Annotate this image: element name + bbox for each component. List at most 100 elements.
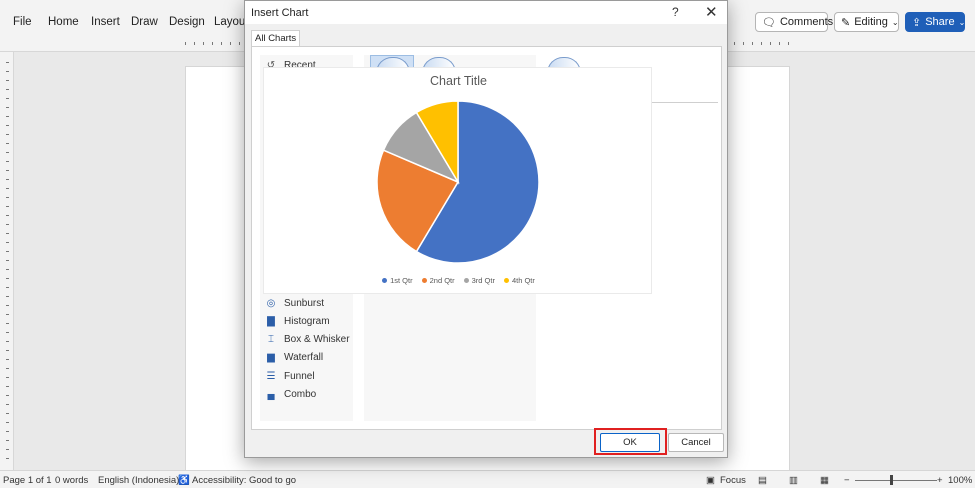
dialog-body: ↺ Recent ◎ Sunburst ▇ Histogram ⌶ Box & … — [251, 46, 722, 430]
ruler-tick — [6, 341, 9, 342]
zoom-slider[interactable] — [855, 480, 937, 481]
chart-type-funnel[interactable]: ☰ Funnel — [264, 368, 315, 384]
share-label: Share — [925, 16, 955, 28]
word-count[interactable]: 0 words — [55, 475, 88, 486]
ruler-tick — [6, 62, 9, 63]
waterfall-icon: ▆ — [267, 351, 275, 363]
chart-type-sunburst[interactable]: ◎ Sunburst — [264, 295, 324, 311]
read-mode-icon[interactable]: ▤ — [758, 475, 767, 486]
ruler-tick — [185, 42, 186, 45]
legend-swatch — [503, 278, 509, 283]
chart-type-label: Box & Whisker — [284, 333, 350, 345]
ruler-tick — [6, 377, 9, 378]
chart-preview[interactable]: Chart Title 1st Qtr 2nd Qtr 3rd Qtr 4th Qtr — [263, 67, 652, 294]
funnel-icon: ☰ — [266, 370, 276, 382]
ruler-tick — [734, 42, 735, 45]
page-count[interactable]: Page 1 of 1 — [3, 475, 52, 486]
histogram-icon: ▇ — [267, 315, 275, 327]
legend-swatch — [421, 278, 427, 283]
ruler-tick — [6, 215, 9, 216]
zoom-out-icon[interactable]: − — [844, 475, 850, 486]
ruler-tick — [6, 80, 9, 81]
ruler-tick — [6, 188, 9, 189]
comment-icon: 🗨 — [762, 16, 776, 29]
menu-file[interactable]: File — [13, 16, 32, 28]
ruler-tick — [6, 107, 9, 108]
box-whisker-icon: ⌶ — [268, 333, 274, 345]
ruler-tick — [6, 395, 9, 396]
dialog-title-bar[interactable]: Insert Chart ? ✕ — [245, 1, 727, 24]
ruler-tick — [239, 42, 240, 45]
print-layout-icon[interactable]: ▥ — [789, 475, 798, 486]
zoom-slider-thumb[interactable] — [890, 475, 893, 485]
ruler-tick — [212, 42, 213, 45]
ruler-tick — [6, 206, 9, 207]
language-indicator[interactable]: English (Indonesia) — [98, 475, 179, 486]
focus-button[interactable]: Focus — [720, 475, 746, 486]
ruler-tick — [770, 42, 771, 45]
editing-label: Editing — [854, 16, 888, 28]
menu-draw[interactable]: Draw — [131, 16, 158, 28]
chart-type-box-whisker[interactable]: ⌶ Box & Whisker — [264, 331, 350, 347]
legend-swatch — [463, 278, 469, 283]
editing-button[interactable]: ✎ Editing ⌄ — [834, 12, 899, 32]
ruler-tick — [6, 449, 9, 450]
accessibility-status[interactable]: Accessibility: Good to go — [192, 475, 296, 486]
ruler-tick — [6, 314, 9, 315]
chart-type-label: Histogram — [284, 315, 330, 327]
ruler-tick — [788, 42, 789, 45]
ruler-tick — [6, 404, 9, 405]
ruler-tick — [6, 431, 9, 432]
legend-item: 2nd Qtr — [421, 276, 455, 285]
ruler-tick — [230, 42, 231, 45]
chevron-down-icon: ⌄ — [958, 17, 966, 27]
ruler-tick — [761, 42, 762, 45]
zoom-level[interactable]: 100% — [948, 475, 972, 486]
ruler-tick — [6, 116, 9, 117]
ruler-tick — [6, 413, 9, 414]
vertical-ruler[interactable] — [0, 52, 14, 470]
ruler-tick — [6, 143, 9, 144]
combo-icon: ▄ — [267, 388, 275, 400]
ruler-tick — [6, 170, 9, 171]
zoom-in-icon[interactable]: + — [937, 475, 943, 486]
ruler-tick — [6, 71, 9, 72]
legend-item: 4th Qtr — [503, 276, 535, 285]
share-icon: ⇪ — [912, 16, 922, 29]
chart-type-combo[interactable]: ▄ Combo — [264, 386, 316, 402]
help-button[interactable]: ? — [672, 5, 679, 19]
chart-type-label: Combo — [284, 388, 317, 400]
ruler-tick — [6, 350, 9, 351]
chart-type-waterfall[interactable]: ▆ Waterfall — [264, 349, 323, 365]
menu-home[interactable]: Home — [48, 16, 79, 28]
sunburst-icon: ◎ — [266, 297, 276, 309]
legend-label: 2nd Qtr — [429, 276, 455, 285]
web-layout-icon[interactable]: ▦ — [820, 475, 829, 486]
ruler-tick — [6, 125, 9, 126]
chart-type-histogram[interactable]: ▇ Histogram — [264, 313, 330, 329]
legend-item: 3rd Qtr — [463, 276, 495, 285]
ruler-tick — [6, 359, 9, 360]
chart-legend: 1st Qtr 2nd Qtr 3rd Qtr 4th Qtr — [264, 276, 653, 285]
cancel-button[interactable]: Cancel — [668, 433, 724, 452]
chart-type-label: Funnel — [284, 370, 315, 382]
ruler-tick — [6, 98, 9, 99]
ruler-tick — [6, 305, 9, 306]
tab-all-charts[interactable]: All Charts — [251, 30, 301, 47]
menu-insert[interactable]: Insert — [91, 16, 120, 28]
ruler-tick — [194, 42, 195, 45]
close-icon[interactable]: ✕ — [705, 3, 718, 21]
focus-icon: ▣ — [706, 475, 715, 486]
chart-type-label: Sunburst — [284, 297, 325, 309]
legend-swatch — [382, 278, 388, 283]
legend-label: 1st Qtr — [390, 276, 413, 285]
comments-label: Comments — [779, 16, 834, 28]
ruler-tick — [221, 42, 222, 45]
legend-label: 3rd Qtr — [471, 276, 495, 285]
ok-button[interactable]: OK — [600, 433, 660, 452]
divider — [648, 102, 718, 103]
ruler-tick — [6, 134, 9, 135]
share-button[interactable]: ⇪ Share ⌄ — [905, 12, 965, 32]
menu-design[interactable]: Design — [169, 16, 205, 28]
comments-button[interactable]: 🗨 Comments — [755, 12, 833, 32]
